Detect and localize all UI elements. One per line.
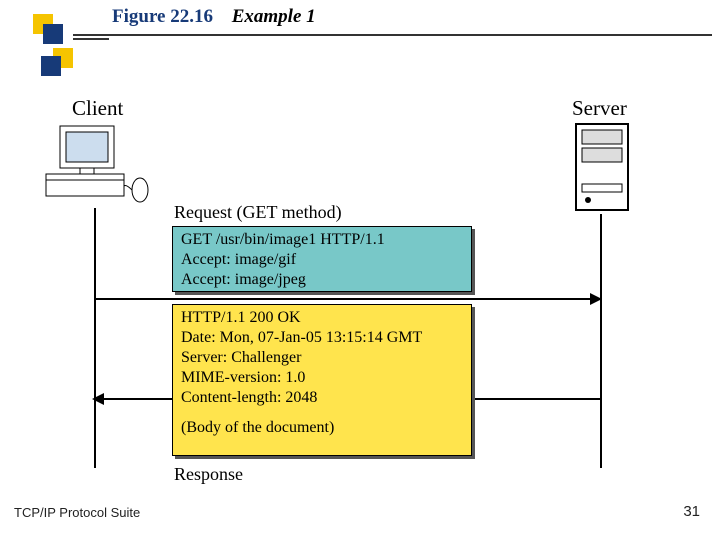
page-number: 31: [683, 503, 700, 520]
request-line: GET /usr/bin/image1 HTTP/1.1: [181, 230, 463, 250]
http-response-box: HTTP/1.1 200 OK Date: Mon, 07-Jan-05 13:…: [172, 304, 472, 456]
header-decoration: [33, 4, 73, 72]
footer-text: TCP/IP Protocol Suite: [14, 505, 140, 520]
response-header: MIME-version: 1.0: [181, 368, 463, 388]
client-label: Client: [72, 96, 123, 121]
client-lifeline: [94, 208, 96, 468]
client-computer-icon: [40, 124, 152, 208]
status-line: HTTP/1.1 200 OK: [181, 308, 463, 328]
server-label: Server: [572, 96, 627, 121]
server-lifeline: [600, 214, 602, 468]
server-tower-icon: [570, 120, 634, 214]
http-request-box: GET /usr/bin/image1 HTTP/1.1 Accept: ima…: [172, 226, 472, 292]
sequence-diagram: Client Server Request (GET method) GET /…: [40, 96, 680, 496]
request-header: Accept: image/jpeg: [181, 270, 463, 290]
response-header: Content-length: 2048: [181, 388, 463, 408]
figure-caption: Example 1: [232, 6, 316, 27]
response-label: Response: [174, 464, 243, 485]
response-body-note: (Body of the document): [181, 418, 463, 438]
request-label: Request (GET method): [174, 202, 342, 223]
request-header: Accept: image/gif: [181, 250, 463, 270]
response-header: Server: Challenger: [181, 348, 463, 368]
response-header: Date: Mon, 07-Jan-05 13:15:14 GMT: [181, 328, 463, 348]
request-arrow: [94, 298, 600, 300]
figure-title: Figure 22.16 Example 1: [112, 6, 316, 28]
figure-number: Figure 22.16: [112, 6, 213, 27]
slide-header: Figure 22.16 Example 1: [28, 4, 712, 58]
